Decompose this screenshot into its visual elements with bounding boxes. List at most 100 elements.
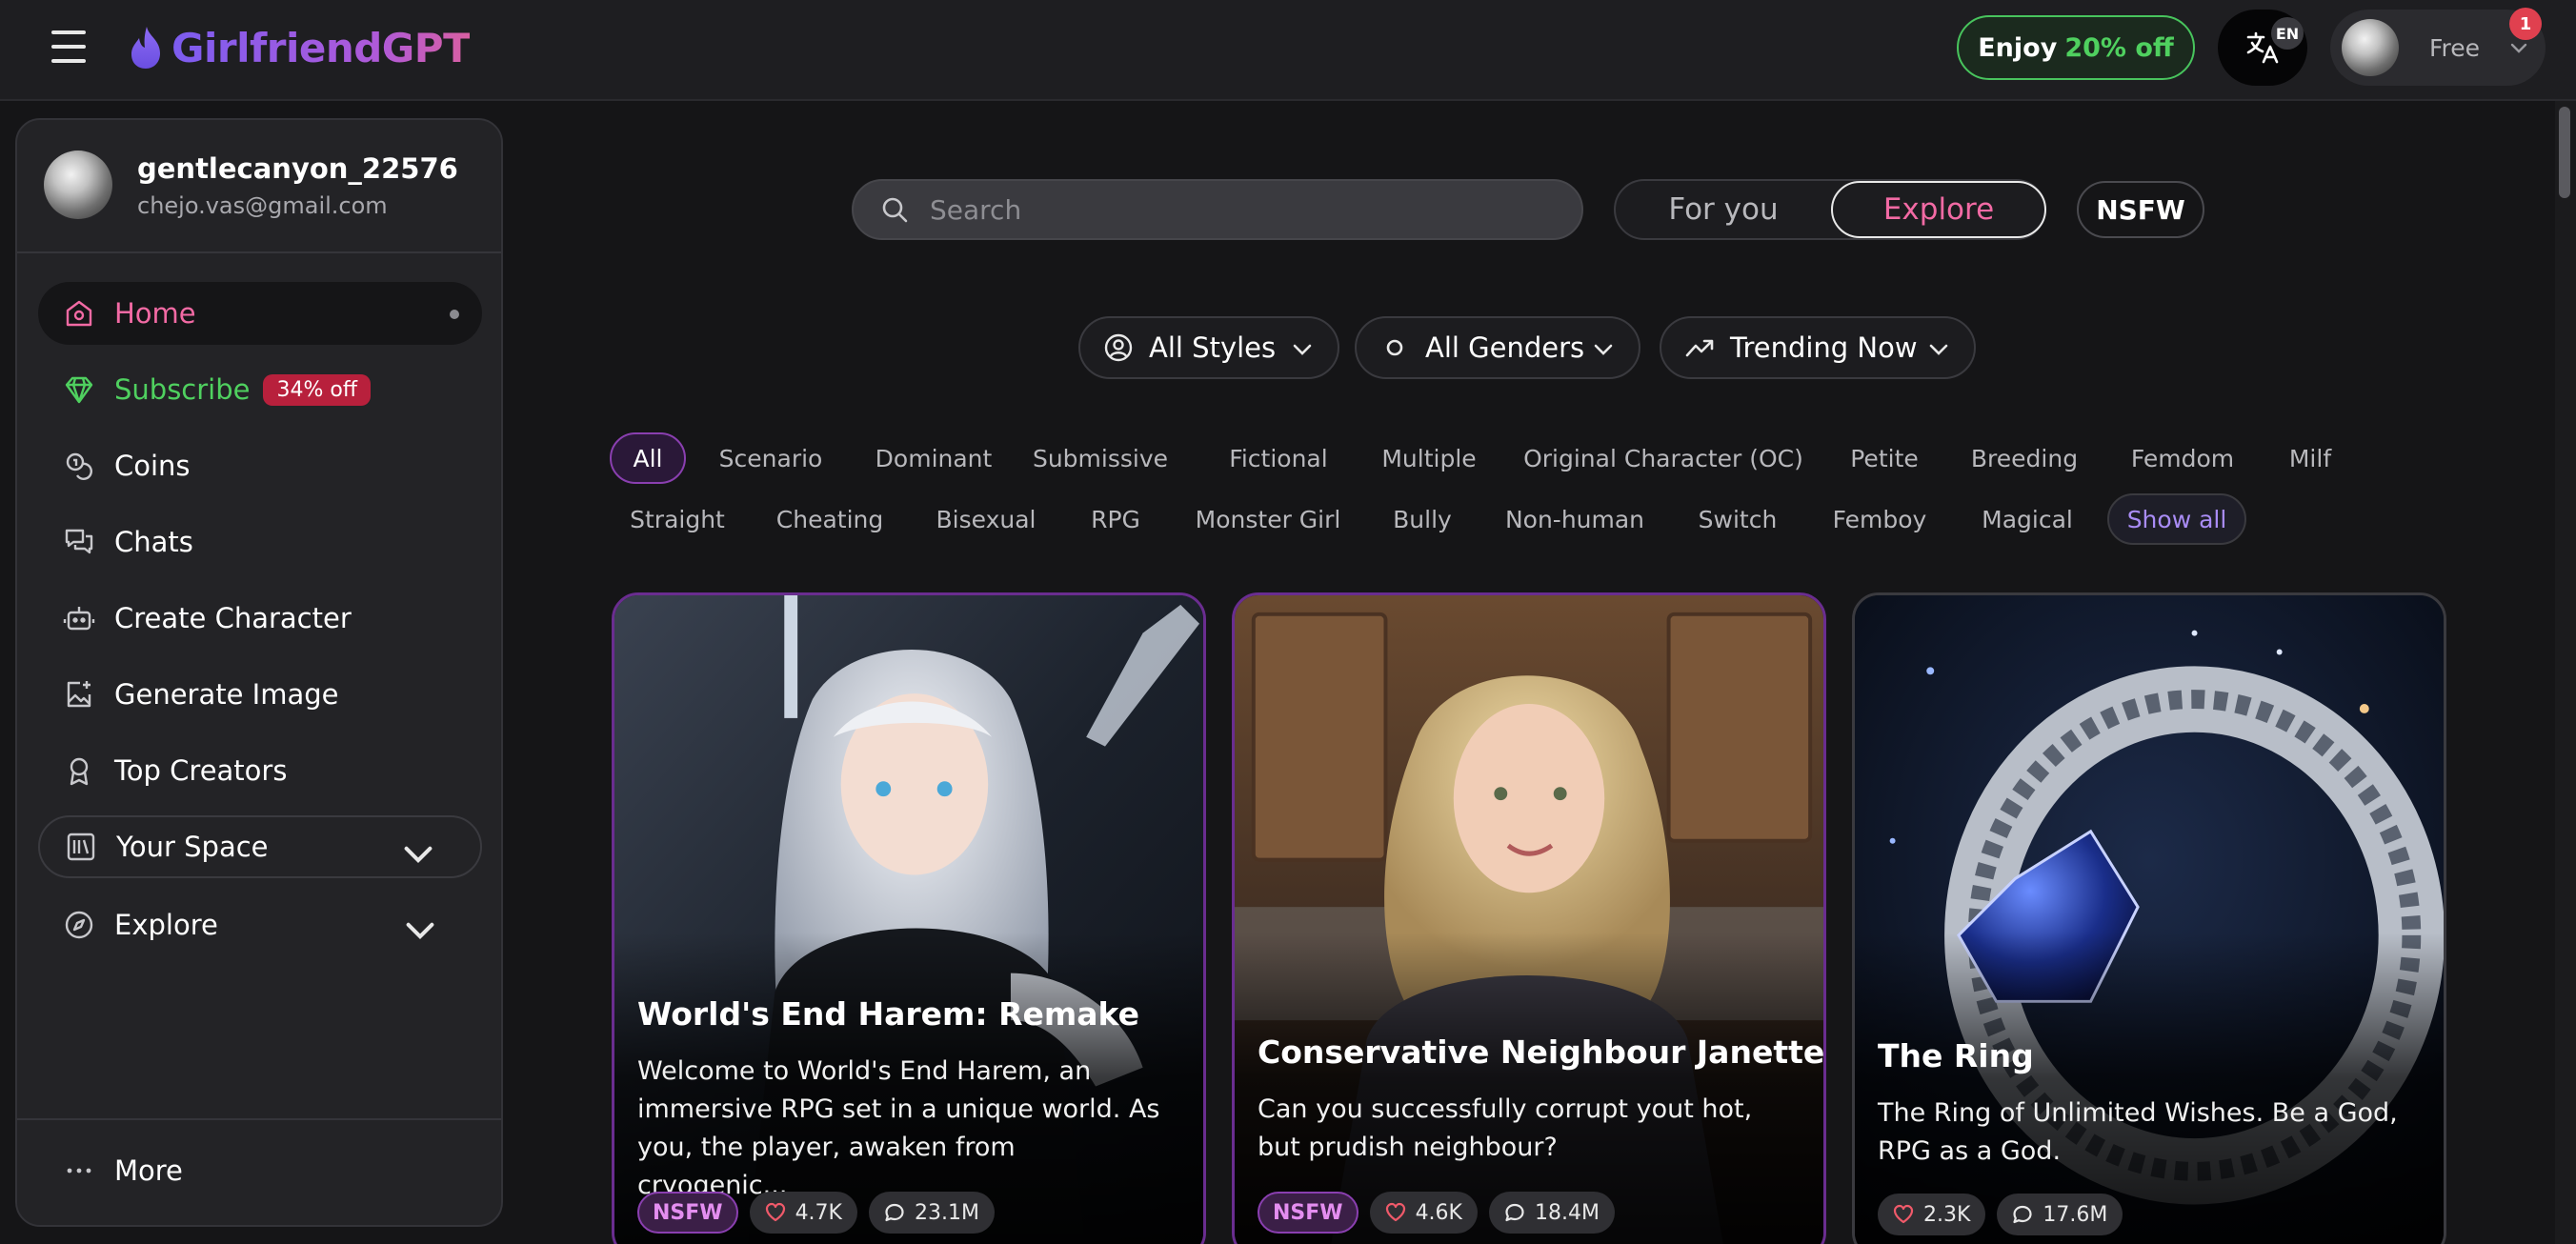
search-bar[interactable] bbox=[852, 179, 1583, 240]
chevron-down-icon bbox=[1929, 344, 1948, 355]
sidebar-item-your-space[interactable]: Your Space bbox=[38, 815, 482, 878]
home-icon bbox=[66, 300, 92, 327]
sidebar-item-explore[interactable]: Explore bbox=[38, 893, 482, 956]
character-card[interactable]: World's End Harem: Remake Welcome to Wor… bbox=[612, 592, 1206, 1244]
search-input[interactable] bbox=[930, 193, 1540, 226]
sidebar-item-home[interactable]: Home bbox=[38, 282, 482, 345]
sidebar-item-coins[interactable]: Coins bbox=[38, 434, 482, 497]
tab-explore[interactable]: Explore bbox=[1831, 181, 2046, 238]
likes-count: 4.7K bbox=[749, 1192, 857, 1234]
style-filter-dropdown[interactable]: All Styles bbox=[1078, 316, 1339, 379]
search-icon bbox=[882, 197, 908, 223]
tag-chip[interactable]: Milf bbox=[2277, 432, 2344, 484]
tag-chip[interactable]: Straight bbox=[623, 493, 732, 545]
sidebar: gentlecanyon_22576 chejo.vas@gmail.com H… bbox=[15, 118, 503, 1227]
sidebar-item-label: Home bbox=[114, 297, 196, 330]
tag-chip[interactable]: Dominant bbox=[869, 432, 998, 484]
card-stats: 2.3K 17.6M bbox=[1878, 1194, 2134, 1235]
discount-badge: 34% off bbox=[263, 373, 371, 406]
tag-chip[interactable]: Magical bbox=[1972, 493, 2083, 545]
active-dot bbox=[450, 310, 459, 319]
promo-prefix: Enjoy bbox=[1978, 32, 2058, 63]
flame-icon bbox=[131, 27, 160, 69]
sidebar-item-create-character[interactable]: Create Character bbox=[38, 587, 482, 650]
menu-icon[interactable] bbox=[51, 30, 86, 63]
character-card[interactable]: Conservative Neighbour Janette Can you s… bbox=[1232, 592, 1826, 1244]
promo-button[interactable]: Enjoy 20% off bbox=[1957, 15, 2195, 80]
scrollbar-thumb[interactable] bbox=[2559, 107, 2570, 198]
tag-chip[interactable]: Non-human bbox=[1503, 493, 1646, 545]
tag-chip[interactable]: RPG bbox=[1080, 493, 1151, 545]
app-logo[interactable]: GirlfriendGPT bbox=[128, 21, 471, 74]
card-stats: NSFW 4.7K 23.1M bbox=[637, 1192, 1006, 1234]
chevron-down-icon bbox=[2510, 43, 2527, 53]
nsfw-toggle-button[interactable]: NSFW bbox=[2077, 181, 2204, 238]
chats-value: 17.6M bbox=[2043, 1202, 2108, 1227]
chat-bubble-icon bbox=[2013, 1205, 2033, 1224]
award-icon bbox=[70, 757, 89, 786]
card-description: Can you successfully corrupt yout hot, b… bbox=[1258, 1094, 1753, 1162]
promo-discount: 20% off bbox=[2064, 32, 2174, 63]
heart-icon bbox=[765, 1202, 785, 1222]
sidebar-item-label: Explore bbox=[114, 909, 218, 941]
chat-bubble-icon bbox=[1505, 1203, 1524, 1222]
heart-icon bbox=[1893, 1204, 1914, 1224]
tag-chip[interactable]: Submissive bbox=[1029, 432, 1172, 484]
card-description: The Ring of Unlimited Wishes. Be a God, … bbox=[1878, 1098, 2398, 1166]
tag-chip[interactable]: Breeding bbox=[1962, 432, 2086, 484]
tag-chip[interactable]: Bully bbox=[1387, 493, 1458, 545]
tab-for-you[interactable]: For you bbox=[1616, 181, 1831, 238]
tag-chip[interactable]: Petite bbox=[1837, 432, 1932, 484]
tag-chip[interactable]: Cheating bbox=[768, 493, 892, 545]
likes-value: 4.7K bbox=[795, 1200, 842, 1225]
likes-count: 2.3K bbox=[1878, 1194, 1986, 1235]
tag-chip[interactable]: Switch bbox=[1688, 493, 1787, 545]
tag-chip[interactable]: All bbox=[610, 432, 686, 484]
sidebar-item-subscribe[interactable]: Subscribe 34% off bbox=[38, 358, 482, 421]
language-badge: EN bbox=[2271, 17, 2304, 50]
sidebar-item-generate-image[interactable]: Generate Image bbox=[38, 663, 482, 726]
show-all-tags-button[interactable]: Show all bbox=[2107, 493, 2246, 545]
tag-chip[interactable]: Femdom bbox=[2121, 432, 2244, 484]
chats-count: 17.6M bbox=[1997, 1194, 2123, 1235]
chats-count: 23.1M bbox=[868, 1192, 995, 1234]
sidebar-item-top-creators[interactable]: Top Creators bbox=[38, 739, 482, 802]
likes-value: 2.3K bbox=[1923, 1202, 1971, 1227]
coins-icon bbox=[66, 452, 92, 480]
sidebar-item-label: Subscribe bbox=[114, 373, 251, 406]
robot-icon bbox=[63, 607, 95, 631]
user-profile[interactable]: gentlecanyon_22576 chejo.vas@gmail.com bbox=[17, 120, 501, 253]
chevron-down-icon bbox=[1293, 344, 1312, 355]
sidebar-item-label: Top Creators bbox=[114, 754, 288, 787]
tag-chip[interactable]: Scenario bbox=[709, 432, 833, 484]
tag-chip[interactable]: Original Character (OC) bbox=[1520, 432, 1806, 484]
chevron-down-icon bbox=[406, 922, 434, 940]
scrollbar-track[interactable] bbox=[2555, 101, 2576, 1244]
tag-chip[interactable]: Monster Girl bbox=[1191, 493, 1345, 545]
filter-label: All Genders bbox=[1425, 331, 1585, 364]
sidebar-item-label: Coins bbox=[114, 450, 191, 482]
sidebar-item-label: Chats bbox=[114, 526, 193, 558]
sidebar-item-more[interactable]: More bbox=[38, 1139, 482, 1202]
top-bar: GirlfriendGPT Enjoy 20% off EN Free 1 bbox=[0, 0, 2576, 101]
tag-chip[interactable]: Bisexual bbox=[930, 493, 1042, 545]
tag-chip[interactable]: Multiple bbox=[1372, 432, 1486, 484]
image-plus-icon bbox=[67, 681, 91, 708]
sidebar-item-chats[interactable]: Chats bbox=[38, 511, 482, 573]
app-name: GirlfriendGPT bbox=[171, 24, 471, 71]
sidebar-item-label: Generate Image bbox=[114, 678, 339, 711]
tag-chip[interactable]: Fictional bbox=[1221, 432, 1336, 484]
gender-filter-dropdown[interactable]: All Genders bbox=[1355, 316, 1640, 379]
tag-chip[interactable]: Femboy bbox=[1827, 493, 1932, 545]
character-card[interactable]: The Ring The Ring of Unlimited Wishes. B… bbox=[1852, 592, 2446, 1244]
card-title: Conservative Neighbour Janette bbox=[1258, 1033, 1825, 1071]
nsfw-badge: NSFW bbox=[1258, 1192, 1358, 1234]
likes-value: 4.6K bbox=[1415, 1200, 1462, 1225]
user-name: gentlecanyon_22576 bbox=[137, 152, 458, 185]
compass-icon bbox=[65, 911, 93, 939]
language-button[interactable]: EN bbox=[2218, 10, 2307, 86]
sort-filter-dropdown[interactable]: Trending Now bbox=[1660, 316, 1976, 379]
notification-badge[interactable]: 1 bbox=[2509, 8, 2542, 40]
chats-value: 23.1M bbox=[914, 1200, 979, 1225]
avatar bbox=[44, 150, 112, 219]
